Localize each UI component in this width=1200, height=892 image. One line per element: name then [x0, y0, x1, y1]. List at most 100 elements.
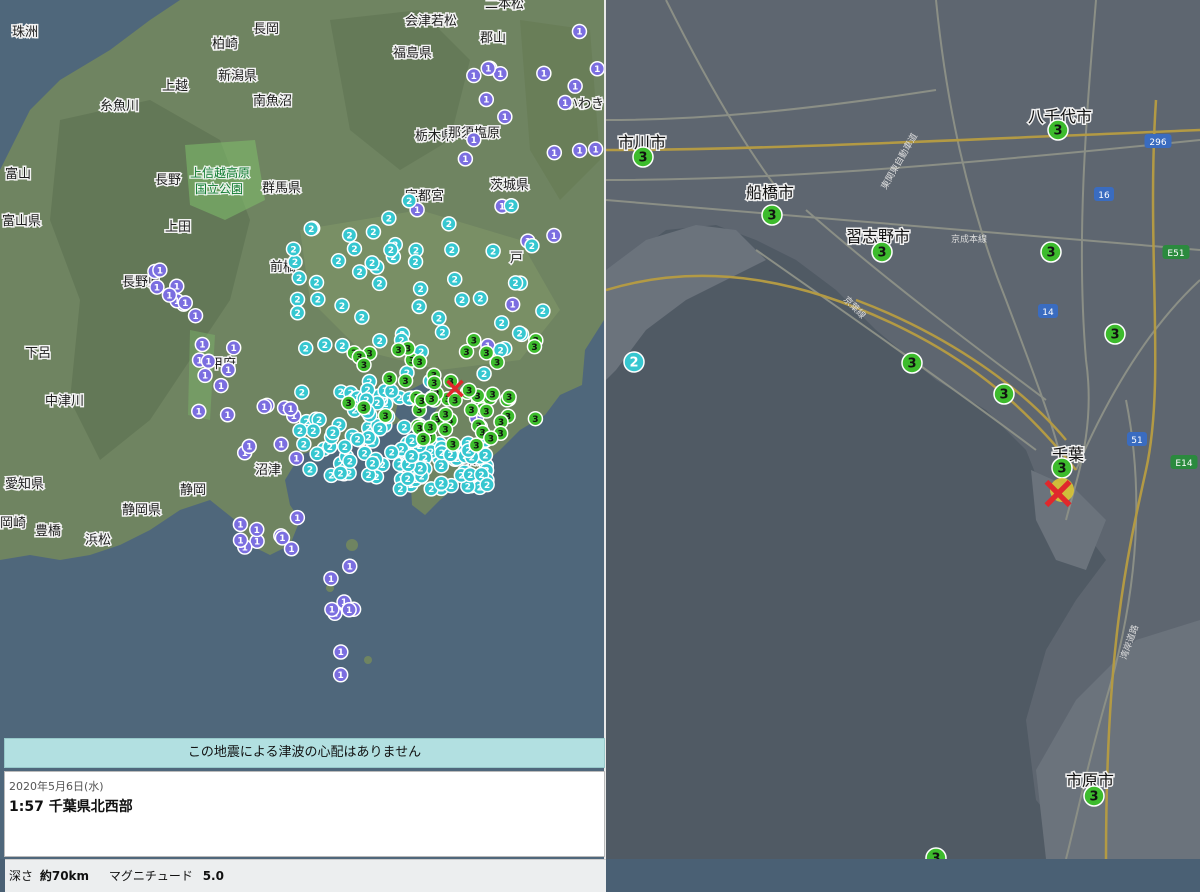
intensity-2-marker[interactable]: 2 [524, 238, 540, 254]
intensity-1-marker[interactable]: 1 [504, 296, 521, 313]
intensity-2-marker[interactable]: 2 [454, 292, 470, 308]
intensity-2-marker[interactable]: 2 [372, 332, 388, 349]
intensity-1-marker[interactable]: 1 [220, 361, 237, 378]
intensity-1-marker[interactable]: 1 [324, 601, 340, 618]
intensity-3-marker[interactable]: 3 [1104, 323, 1126, 345]
intensity-2-marker[interactable]: 2 [412, 281, 429, 297]
intensity-1-marker[interactable]: 1 [249, 521, 265, 538]
intensity-1-marker[interactable]: 1 [273, 436, 289, 452]
intensity-3-marker[interactable]: 3 [468, 437, 485, 453]
intensity-1-marker[interactable]: 1 [191, 403, 207, 420]
intensity-3-marker[interactable]: 3 [390, 342, 407, 358]
intensity-1-marker[interactable]: 1 [232, 516, 249, 533]
intensity-1-marker[interactable]: 1 [333, 644, 349, 660]
intensity-1-marker[interactable]: 1 [478, 91, 495, 108]
intensity-2-marker[interactable]: 2 [303, 221, 319, 237]
intensity-2-marker[interactable]: 2 [623, 351, 645, 373]
intensity-1-marker[interactable]: 1 [546, 227, 562, 244]
intensity-2-marker[interactable]: 2 [381, 210, 397, 226]
intensity-2-marker[interactable]: 2 [444, 241, 460, 258]
intensity-2-marker[interactable]: 2 [292, 422, 308, 439]
intensity-2-marker[interactable]: 2 [399, 470, 416, 487]
intensity-1-marker[interactable]: 1 [194, 336, 211, 353]
intensity-1-marker[interactable]: 1 [457, 151, 474, 167]
intensity-2-marker[interactable]: 2 [305, 423, 322, 439]
intensity-2-marker[interactable]: 2 [472, 290, 489, 307]
intensity-1-marker[interactable]: 1 [200, 353, 217, 370]
intensity-3-marker[interactable]: 3 [356, 357, 372, 373]
intensity-3-marker[interactable]: 3 [445, 436, 461, 452]
intensity-1-marker[interactable]: 1 [466, 67, 482, 84]
intensity-1-marker[interactable]: 1 [342, 558, 358, 574]
intensity-1-marker[interactable]: 1 [571, 23, 588, 40]
intensity-1-marker[interactable]: 1 [546, 144, 563, 161]
intensity-2-marker[interactable]: 2 [341, 227, 358, 243]
intensity-2-marker[interactable]: 2 [535, 303, 551, 319]
intensity-3-marker[interactable]: 3 [901, 352, 923, 374]
intensity-1-marker[interactable]: 1 [332, 667, 349, 683]
intensity-2-marker[interactable]: 2 [494, 315, 510, 331]
intensity-2-marker[interactable]: 2 [434, 324, 451, 340]
intensity-3-marker[interactable]: 3 [527, 410, 544, 427]
intensity-2-marker[interactable]: 2 [383, 242, 399, 258]
intensity-1-marker[interactable]: 1 [536, 65, 552, 82]
intensity-2-marker[interactable]: 2 [364, 455, 381, 472]
intensity-2-marker[interactable]: 2 [334, 297, 350, 314]
intensity-2-marker[interactable]: 2 [507, 275, 524, 291]
intensity-1-marker[interactable]: 1 [587, 141, 604, 157]
intensity-3-marker[interactable]: 3 [871, 241, 893, 263]
intensity-3-marker[interactable]: 3 [993, 383, 1015, 405]
intensity-3-marker[interactable]: 3 [377, 407, 394, 424]
intensity-2-marker[interactable]: 2 [310, 291, 326, 308]
intensity-2-marker[interactable]: 2 [349, 431, 366, 448]
intensity-3-marker[interactable]: 3 [501, 389, 517, 405]
intensity-2-marker[interactable]: 2 [346, 240, 363, 257]
intensity-2-marker[interactable]: 2 [479, 476, 495, 493]
intensity-1-marker[interactable]: 1 [225, 340, 242, 356]
intensity-2-marker[interactable]: 2 [296, 436, 312, 452]
intensity-2-marker[interactable]: 2 [411, 298, 427, 315]
intensity-2-marker[interactable]: 2 [289, 291, 306, 308]
intensity-2-marker[interactable]: 2 [511, 325, 528, 341]
intensity-2-marker[interactable]: 2 [383, 383, 400, 400]
intensity-2-marker[interactable]: 2 [298, 340, 314, 357]
intensity-2-marker[interactable]: 2 [291, 270, 307, 286]
intensity-3-marker[interactable]: 3 [381, 370, 398, 387]
intensity-1-marker[interactable]: 1 [213, 377, 229, 394]
intensity-2-marker[interactable]: 2 [330, 253, 347, 269]
intensity-2-marker[interactable]: 2 [407, 254, 424, 270]
intensity-2-marker[interactable]: 2 [342, 453, 358, 469]
intensity-3-marker[interactable]: 3 [1040, 241, 1062, 263]
intensity-2-marker[interactable]: 2 [372, 421, 388, 437]
intensity-2-marker[interactable]: 2 [287, 254, 303, 270]
intensity-2-marker[interactable]: 2 [308, 274, 325, 291]
intensity-1-marker[interactable]: 1 [589, 60, 604, 77]
intensity-3-marker[interactable]: 3 [411, 353, 428, 370]
intensity-3-marker[interactable]: 3 [478, 345, 495, 361]
intensity-2-marker[interactable]: 2 [446, 271, 463, 288]
intensity-1-marker[interactable]: 1 [289, 509, 306, 526]
intensity-2-marker[interactable]: 2 [289, 305, 306, 321]
intensity-2-marker[interactable]: 2 [309, 446, 325, 462]
intensity-3-marker[interactable]: 3 [437, 421, 454, 438]
intensity-2-marker[interactable]: 2 [396, 419, 413, 435]
intensity-1-marker[interactable]: 1 [274, 530, 291, 546]
intensity-2-marker[interactable]: 2 [302, 461, 318, 478]
intensity-3-marker[interactable]: 3 [397, 373, 414, 389]
intensity-2-marker[interactable]: 2 [337, 438, 353, 455]
intensity-2-marker[interactable]: 2 [285, 241, 302, 257]
intensity-2-marker[interactable]: 2 [403, 448, 420, 465]
intensity-3-marker[interactable]: 3 [483, 430, 499, 446]
intensity-1-marker[interactable]: 1 [152, 262, 168, 278]
intensity-1-marker[interactable]: 1 [256, 398, 272, 415]
intensity-2-marker[interactable]: 2 [365, 224, 382, 240]
intensity-1-marker[interactable]: 1 [323, 570, 339, 587]
intensity-2-marker[interactable]: 2 [485, 243, 501, 259]
intensity-2-marker[interactable]: 2 [325, 424, 341, 441]
intensity-1-marker[interactable]: 1 [187, 307, 204, 324]
intensity-2-marker[interactable]: 2 [317, 337, 333, 353]
intensity-3-marker[interactable]: 3 [478, 403, 495, 419]
intensity-3-marker[interactable]: 3 [356, 399, 372, 416]
intensity-3-marker[interactable]: 3 [423, 390, 440, 407]
quake-summary[interactable]: 2020年5月6日(水) 1:57 千葉県北西部 深さ 約70km マグニチュー… [4, 771, 606, 892]
